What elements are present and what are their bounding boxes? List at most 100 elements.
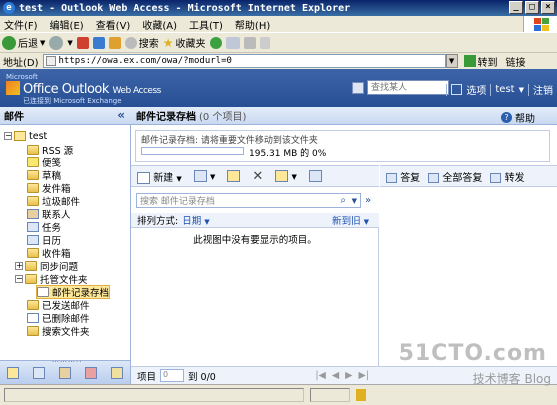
mailbox-icon (14, 131, 26, 141)
resize-grip[interactable]: ……….. (52, 356, 82, 364)
options-link[interactable]: 选项 (466, 82, 486, 97)
help-icon: ? (501, 112, 512, 123)
collapse-icon[interactable]: − (15, 275, 23, 283)
contacts-module-icon[interactable] (59, 366, 71, 379)
folder-drafts[interactable]: 草稿 (27, 169, 61, 182)
tasks-module-icon[interactable] (85, 366, 97, 379)
view-button[interactable]: ▼ (193, 170, 215, 182)
folder-deleted[interactable]: 已删除邮件 (27, 312, 90, 325)
quota-usage: 195.31 MB 的 0% (249, 149, 327, 159)
folder-icon (27, 145, 39, 155)
window-title: test - Outlook Web Access - Microsoft In… (19, 2, 351, 14)
folder-icon (27, 300, 39, 310)
calendar-module-icon[interactable] (33, 366, 45, 379)
folder-calendar[interactable]: 日历 (27, 234, 61, 247)
home-icon[interactable] (108, 36, 121, 49)
folder-notes[interactable]: 便笺 (27, 156, 61, 169)
folder-tasks[interactable]: 任务 (27, 221, 61, 234)
address-input[interactable]: https://owa.ex.com/owa/?modurl=0 (42, 54, 446, 68)
stop-icon[interactable] (76, 36, 89, 49)
pager-label: 项目 (137, 371, 157, 383)
folder-managed[interactable]: − 托管文件夹 (15, 273, 88, 286)
reply-all-button[interactable]: 全部答复 (428, 169, 482, 184)
forward-icon (490, 172, 502, 183)
reply-all-icon (428, 172, 440, 183)
forward-arrow-icon[interactable] (49, 35, 64, 50)
delete-icon[interactable]: ✕ (252, 169, 263, 184)
collapse-pane-icon[interactable]: « (117, 108, 125, 122)
folder-contacts[interactable]: 联系人 (27, 208, 71, 221)
quota-bar (141, 147, 244, 155)
search-input[interactable]: 搜索 邮件记录存档 ⌕ ▼ (136, 192, 361, 208)
minimize-button[interactable]: _ (509, 1, 523, 14)
tree-root[interactable]: − test (4, 130, 47, 142)
favorites-button[interactable]: ★ 收藏夹 (162, 35, 206, 51)
search-options-icon[interactable]: ▼ (352, 197, 357, 205)
folder-inbox[interactable]: 收件箱 (27, 247, 71, 260)
edit-page-icon[interactable] (259, 36, 270, 49)
address-bar: 地址(D) https://owa.ex.com/owa/?modurl=0 ▼… (0, 52, 557, 69)
last-page-icon[interactable]: ▶| (358, 370, 369, 381)
sort-field[interactable]: 日期 ▼ (182, 213, 209, 227)
nav-title-bar: 邮件 « (0, 107, 131, 125)
folder-search[interactable]: 搜索文件夹 (27, 325, 90, 338)
public-folders-icon[interactable] (111, 366, 123, 379)
expand-icon[interactable]: + (15, 262, 23, 270)
find-someone-input[interactable] (367, 80, 449, 95)
print-icon[interactable] (243, 36, 256, 49)
reply-button[interactable]: 答复 (386, 169, 420, 184)
reading-toolbar: 答复 全部答复 转发 (380, 165, 557, 187)
star-icon: ★ (162, 35, 174, 50)
menu-favorites[interactable]: 收藏(A) (142, 17, 177, 32)
forward-button[interactable]: 转发 (490, 169, 525, 184)
folder-title: 邮件记录存档 (136, 112, 196, 123)
search-button[interactable]: 搜索 (124, 35, 159, 50)
media-icon[interactable] (209, 36, 222, 49)
help-link[interactable]: ? 帮助 (501, 110, 535, 125)
page-input[interactable]: 0 (160, 369, 185, 382)
user-menu[interactable]: test (495, 84, 514, 95)
address-dropdown[interactable]: ▼ (445, 54, 458, 68)
back-button[interactable]: 后退 ▼ (2, 35, 45, 50)
sort-label: 排列方式: (137, 216, 179, 227)
check-messages-button[interactable]: ▼ (275, 170, 297, 182)
prev-page-icon[interactable]: ◀ (332, 370, 339, 381)
folder-junk[interactable]: 垃圾邮件 (27, 195, 80, 208)
archive-folder-icon (37, 287, 49, 297)
contacts-icon (27, 209, 39, 219)
menu-edit[interactable]: 编辑(E) (50, 17, 84, 32)
office-logo-icon (6, 81, 20, 95)
menu-help[interactable]: 帮助(H) (235, 17, 270, 32)
address-book-icon[interactable] (352, 81, 364, 94)
close-button[interactable]: × (541, 1, 555, 14)
pager-nav: |◀ ◀ ▶ ▶| (315, 370, 369, 381)
folder-journal-archive[interactable]: 邮件记录存档 (35, 285, 111, 299)
refresh-icon[interactable] (92, 36, 105, 49)
empty-folder-icon[interactable] (308, 170, 322, 182)
deleted-items-icon (27, 313, 39, 323)
expand-search-icon[interactable]: » (365, 195, 371, 206)
maximize-button[interactable]: □ (525, 1, 539, 14)
new-button[interactable]: 新建 ▼ (137, 169, 182, 184)
sort-order[interactable]: 新到旧 ▼ (332, 213, 369, 227)
menu-view[interactable]: 查看(V) (96, 17, 131, 32)
item-count: (0 个项目) (199, 112, 247, 123)
search-icon[interactable]: ⌕ (340, 195, 346, 206)
collapse-icon[interactable]: − (4, 132, 12, 140)
folder-sent[interactable]: 已发送邮件 (27, 299, 90, 312)
folder-outbox[interactable]: 发件箱 (27, 182, 71, 195)
move-folder-icon[interactable] (227, 170, 241, 182)
quota-text: 邮件记录存档: 请将重要文件移动到该文件夹 (141, 136, 318, 146)
menu-tools[interactable]: 工具(T) (189, 17, 223, 32)
links-button[interactable]: 链接 (506, 54, 526, 69)
logoff-link[interactable]: 注销 (533, 82, 553, 97)
first-page-icon[interactable]: |◀ (315, 370, 326, 381)
folder-sync-issues[interactable]: + 同步问题 (15, 260, 78, 273)
mail-module-icon[interactable] (7, 366, 19, 379)
go-button[interactable]: 转到 (463, 54, 498, 69)
mail-icon[interactable] (225, 36, 240, 49)
calendar-icon (27, 235, 39, 245)
empty-list-message: 此视图中没有要显示的项目。 (193, 235, 317, 246)
menu-file[interactable]: 文件(F) (4, 17, 38, 32)
next-page-icon[interactable]: ▶ (345, 370, 352, 381)
